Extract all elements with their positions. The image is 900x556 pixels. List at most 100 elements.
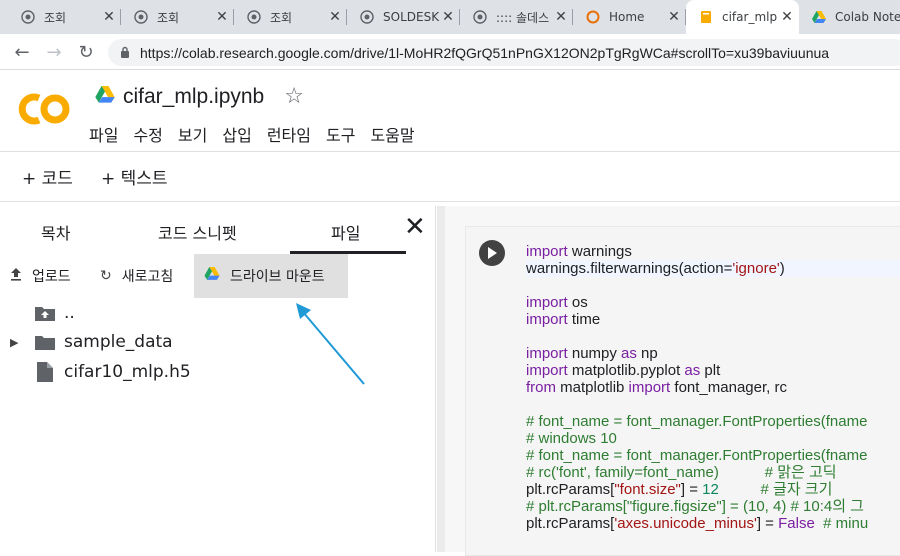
code-token: as [684,362,701,379]
lock-icon [120,43,130,62]
code-token: ) [779,260,785,277]
globe-icon [472,9,488,25]
code-token: np [636,345,658,362]
browser-tab-title: SOLDESK [383,10,440,24]
browser-tab[interactable]: :::: 솔데스 ✕ [460,0,573,34]
refresh-icon: ↻ [100,268,112,284]
code-token: 12 [702,481,719,498]
code-token: plt.rcParams[ [526,515,615,532]
code-line[interactable]: import warnings [526,243,900,260]
browser-tab[interactable]: 조회 ✕ [234,0,347,34]
file-tree-item[interactable]: .. [34,298,75,328]
drive-icon [95,85,115,108]
colab-notebook-icon [698,9,714,25]
code-editor[interactable]: import warnings warnings.filterwarnings(a… [526,243,900,532]
back-arrow-icon[interactable]: ← [10,40,34,64]
code-token: # font_name = font_manager.FontPropertie… [526,447,868,464]
upload-icon [10,267,22,285]
browser-tab-active[interactable]: cifar_mlp ✕ [686,0,799,34]
tab-files[interactable]: 파일 [331,220,360,244]
menu-edit[interactable]: 수정 [133,122,162,146]
close-tab-icon[interactable]: ✕ [553,9,569,25]
browser-tab[interactable]: Home ✕ [573,0,686,34]
add-code-button[interactable]: + 코드 [22,164,73,189]
mount-drive-label: 드라이브 마운트 [230,269,325,285]
close-tab-icon[interactable]: ✕ [327,9,343,25]
code-cell[interactable]: import warnings warnings.filterwarnings(a… [465,226,900,556]
drive-icon [811,9,827,25]
code-token: import [526,362,568,379]
star-icon[interactable]: ☆ [284,84,304,109]
url-text: https://colab.research.google.com/drive/… [140,44,830,61]
code-line[interactable]: import time [526,311,900,328]
browser-tab[interactable]: 조회 ✕ [121,0,234,34]
expand-arrow-icon[interactable]: ▶ [10,336,26,349]
code-line[interactable] [526,396,900,413]
url-input[interactable]: https://colab.research.google.com/drive/… [108,39,900,66]
menu-help[interactable]: 도움말 [370,122,414,146]
code-line[interactable]: # plt.rcParams["figure.figsize"] = (10, … [526,498,900,515]
notebook-name-row: cifar_mlp.ipynb ☆ [95,84,304,109]
code-line[interactable] [526,277,900,294]
browser-tab-title: 조회 [270,10,293,25]
file-tree-item[interactable]: ▶ sample_data [10,327,173,357]
file-name: cifar10_mlp.h5 [64,362,191,382]
code-line[interactable]: warnings.filterwarnings(action='ignore') [526,260,900,277]
menu-file[interactable]: 파일 [89,122,118,146]
reload-icon[interactable]: ↻ [74,40,98,64]
browser-tab[interactable]: SOLDESK ✕ [347,0,460,34]
code-line[interactable]: import numpy as np [526,345,900,362]
code-line[interactable]: # rc('font', family=font_name) # 맑은 고딕 [526,464,900,481]
code-token: plt.rcParams[ [526,481,615,498]
code-token: 'ignore' [732,260,780,277]
code-token: False [778,515,815,532]
menu-runtime[interactable]: 런타임 [267,122,311,146]
play-icon [488,247,497,259]
mount-drive-button[interactable]: 드라이브 마운트 [194,254,348,298]
close-tab-icon[interactable]: ✕ [440,9,456,25]
code-token: time [567,311,601,328]
close-sidebar-icon[interactable]: ✕ [404,212,426,242]
menu-insert[interactable]: 삽입 [222,122,251,146]
code-line[interactable]: import matplotlib.pyplot as plt [526,362,900,379]
code-line[interactable]: # font_name = font_manager.FontPropertie… [526,447,900,464]
refresh-button[interactable]: ↻ 새로고침 [100,254,173,298]
folder-icon [34,332,56,352]
file-actions: 업로드 ↻ 새로고침 드라이브 마운트 [0,254,436,298]
file-tree-item[interactable]: cifar10_mlp.h5 [34,357,191,387]
file-name: sample_data [64,332,173,352]
code-line[interactable]: # font_name = font_manager.FontPropertie… [526,413,900,430]
code-line[interactable] [526,328,900,345]
code-line[interactable]: # windows 10 [526,430,900,447]
browser-tab-strip: 조회 ✕ 조회 ✕ 조회 ✕ SOLDESK ✕ :::: 솔데스 ✕ Home… [0,0,900,34]
code-token: plt [700,362,721,379]
browser-tab[interactable]: 조회 ✕ [0,0,121,34]
close-tab-icon[interactable]: ✕ [666,9,682,25]
code-token: "font.size" [614,481,681,498]
code-line[interactable]: plt.rcParams['axes.unicode_minus'] = Fal… [526,515,900,532]
tab-code-snippets[interactable]: 코드 스니펫 [158,220,237,244]
code-line[interactable]: import os [526,294,900,311]
add-text-button[interactable]: + 텍스트 [101,164,168,189]
colab-logo[interactable] [17,92,73,126]
orange-ring-icon [585,9,601,25]
upload-button[interactable]: 업로드 [10,254,71,298]
forward-arrow-icon[interactable]: → [42,40,66,64]
sidebar-tabs: 목차 코드 스니펫 파일 ✕ [0,206,436,254]
tab-table-of-contents[interactable]: 목차 [41,220,70,244]
close-tab-icon[interactable]: ✕ [101,9,117,25]
code-token: import [526,243,568,260]
notebook-title[interactable]: cifar_mlp.ipynb [123,85,264,109]
code-line[interactable]: from matplotlib import font_manager, rc [526,379,900,396]
code-token: import [526,311,568,328]
address-bar-row: ← → ↻ https://colab.research.google.com/… [0,34,900,70]
drive-icon [204,267,220,285]
run-cell-button[interactable] [479,240,505,266]
close-tab-icon[interactable]: ✕ [214,9,230,25]
menu-tools[interactable]: 도구 [326,122,355,146]
menu-view[interactable]: 보기 [178,122,207,146]
code-line[interactable]: plt.rcParams["font.size"] = 12 # 글자 크기 [526,481,900,498]
close-tab-icon[interactable]: ✕ [779,9,795,25]
panel-divider[interactable] [437,206,445,552]
browser-tab[interactable]: Colab Note [799,0,900,34]
